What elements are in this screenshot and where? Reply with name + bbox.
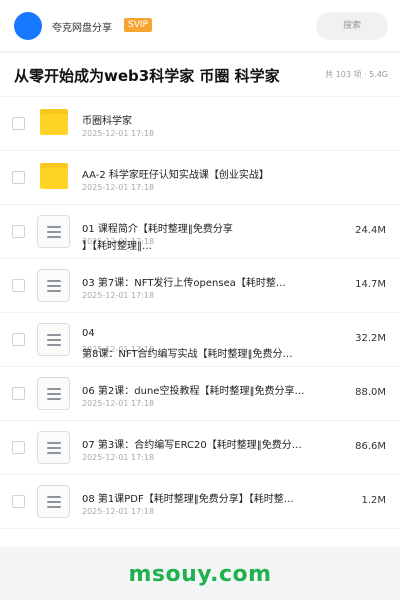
row-checkbox[interactable] [12, 279, 25, 292]
document-icon [37, 269, 70, 302]
row-checkbox[interactable] [12, 333, 25, 346]
search-input[interactable]: 搜索 [316, 12, 388, 40]
file-size: 88.0M [355, 387, 386, 398]
file-row-7[interactable]: 08 第1课PDF【耗时整理‖免费分享】【耗时整… 2025-12-01 17:… [0, 475, 400, 529]
file-name: 04 [82, 328, 95, 339]
file-date: 2025-12-01 17:18 [82, 399, 155, 408]
file-date: 2025-12-01 17:18 [82, 291, 155, 300]
row-checkbox[interactable] [12, 441, 25, 454]
file-name: AA-2 科学家旺仔认知实战课【创业实战】 [82, 170, 269, 181]
file-size: 86.6M [355, 441, 386, 452]
file-name: 06 第2课：dune空投教程【耗时整理‖免费分享… [82, 386, 305, 397]
folder-title-bar: 从零开始成为web3科学家 币圈 科学家 共 103 项 · 5.4G [0, 53, 400, 97]
row-checkbox[interactable] [12, 225, 25, 238]
file-name-line2: 】【耗时整理‖… [82, 241, 152, 252]
file-date: 2025-12-01 17:18 [82, 453, 155, 462]
folder-icon [40, 163, 68, 189]
file-row-4[interactable]: 04 2025-12-01 17:18 第8课：NFT合约编写实战【耗时整理‖免… [0, 313, 400, 367]
row-checkbox[interactable] [12, 171, 25, 184]
file-row-5[interactable]: 06 第2课：dune空投教程【耗时整理‖免费分享… 2025-12-01 17… [0, 367, 400, 421]
row-checkbox[interactable] [12, 387, 25, 400]
file-row-2[interactable]: 01 课程简介【耗时整理‖免费分享 2025-12-01 17:18 】【耗时整… [0, 205, 400, 259]
file-date: 2025-12-01 17:18 [82, 183, 155, 192]
file-size: 24.4M [355, 225, 386, 236]
folder-meta: 共 103 项 · 5.4G [325, 70, 388, 79]
file-size: 1.2M [361, 495, 386, 506]
file-name: 08 第1课PDF【耗时整理‖免费分享】【耗时整… [82, 494, 294, 505]
file-row-6[interactable]: 07 第3课：合约编写ERC20【耗时整理‖免费分… 2025-12-01 17… [0, 421, 400, 475]
file-size: 14.7M [355, 279, 386, 290]
file-name: 07 第3课：合约编写ERC20【耗时整理‖免费分… [82, 440, 302, 451]
file-date: 2025-12-01 17:18 [82, 507, 155, 516]
svip-badge: SVIP [124, 18, 152, 32]
file-name: 03 第7课：NFT发行上传opensea【耗时整… [82, 278, 286, 289]
file-name: 币圈科学家 [82, 116, 132, 127]
file-row-3[interactable]: 03 第7课：NFT发行上传opensea【耗时整… 2025-12-01 17… [0, 259, 400, 313]
document-icon [37, 215, 70, 248]
file-list: 币圈科学家 2025-12-01 17:18 AA-2 科学家旺仔认知实战课【创… [0, 97, 400, 547]
document-icon [37, 377, 70, 410]
file-size: 32.2M [355, 333, 386, 344]
file-row-0[interactable]: 币圈科学家 2025-12-01 17:18 [0, 97, 400, 151]
file-name-line2: 第8课：NFT合约编写实战【耗时整理‖免费分… [82, 349, 293, 360]
avatar[interactable] [14, 12, 42, 40]
file-row-1[interactable]: AA-2 科学家旺仔认知实战课【创业实战】 2025-12-01 17:18 [0, 151, 400, 205]
folder-icon [40, 109, 68, 135]
row-checkbox[interactable] [12, 117, 25, 130]
app-name: 夸克网盘分享 [52, 23, 112, 34]
document-icon [37, 431, 70, 464]
row-checkbox[interactable] [12, 495, 25, 508]
file-date: 2025-12-01 17:18 [82, 129, 155, 138]
top-header: 夸克网盘分享 SVIP 搜索 [0, 0, 400, 52]
document-icon [37, 485, 70, 518]
file-name: 01 课程简介【耗时整理‖免费分享 [82, 224, 233, 235]
document-icon [37, 323, 70, 356]
page-title: 从零开始成为web3科学家 币圈 科学家 [14, 67, 280, 85]
watermark: msouy.com [128, 562, 272, 587]
